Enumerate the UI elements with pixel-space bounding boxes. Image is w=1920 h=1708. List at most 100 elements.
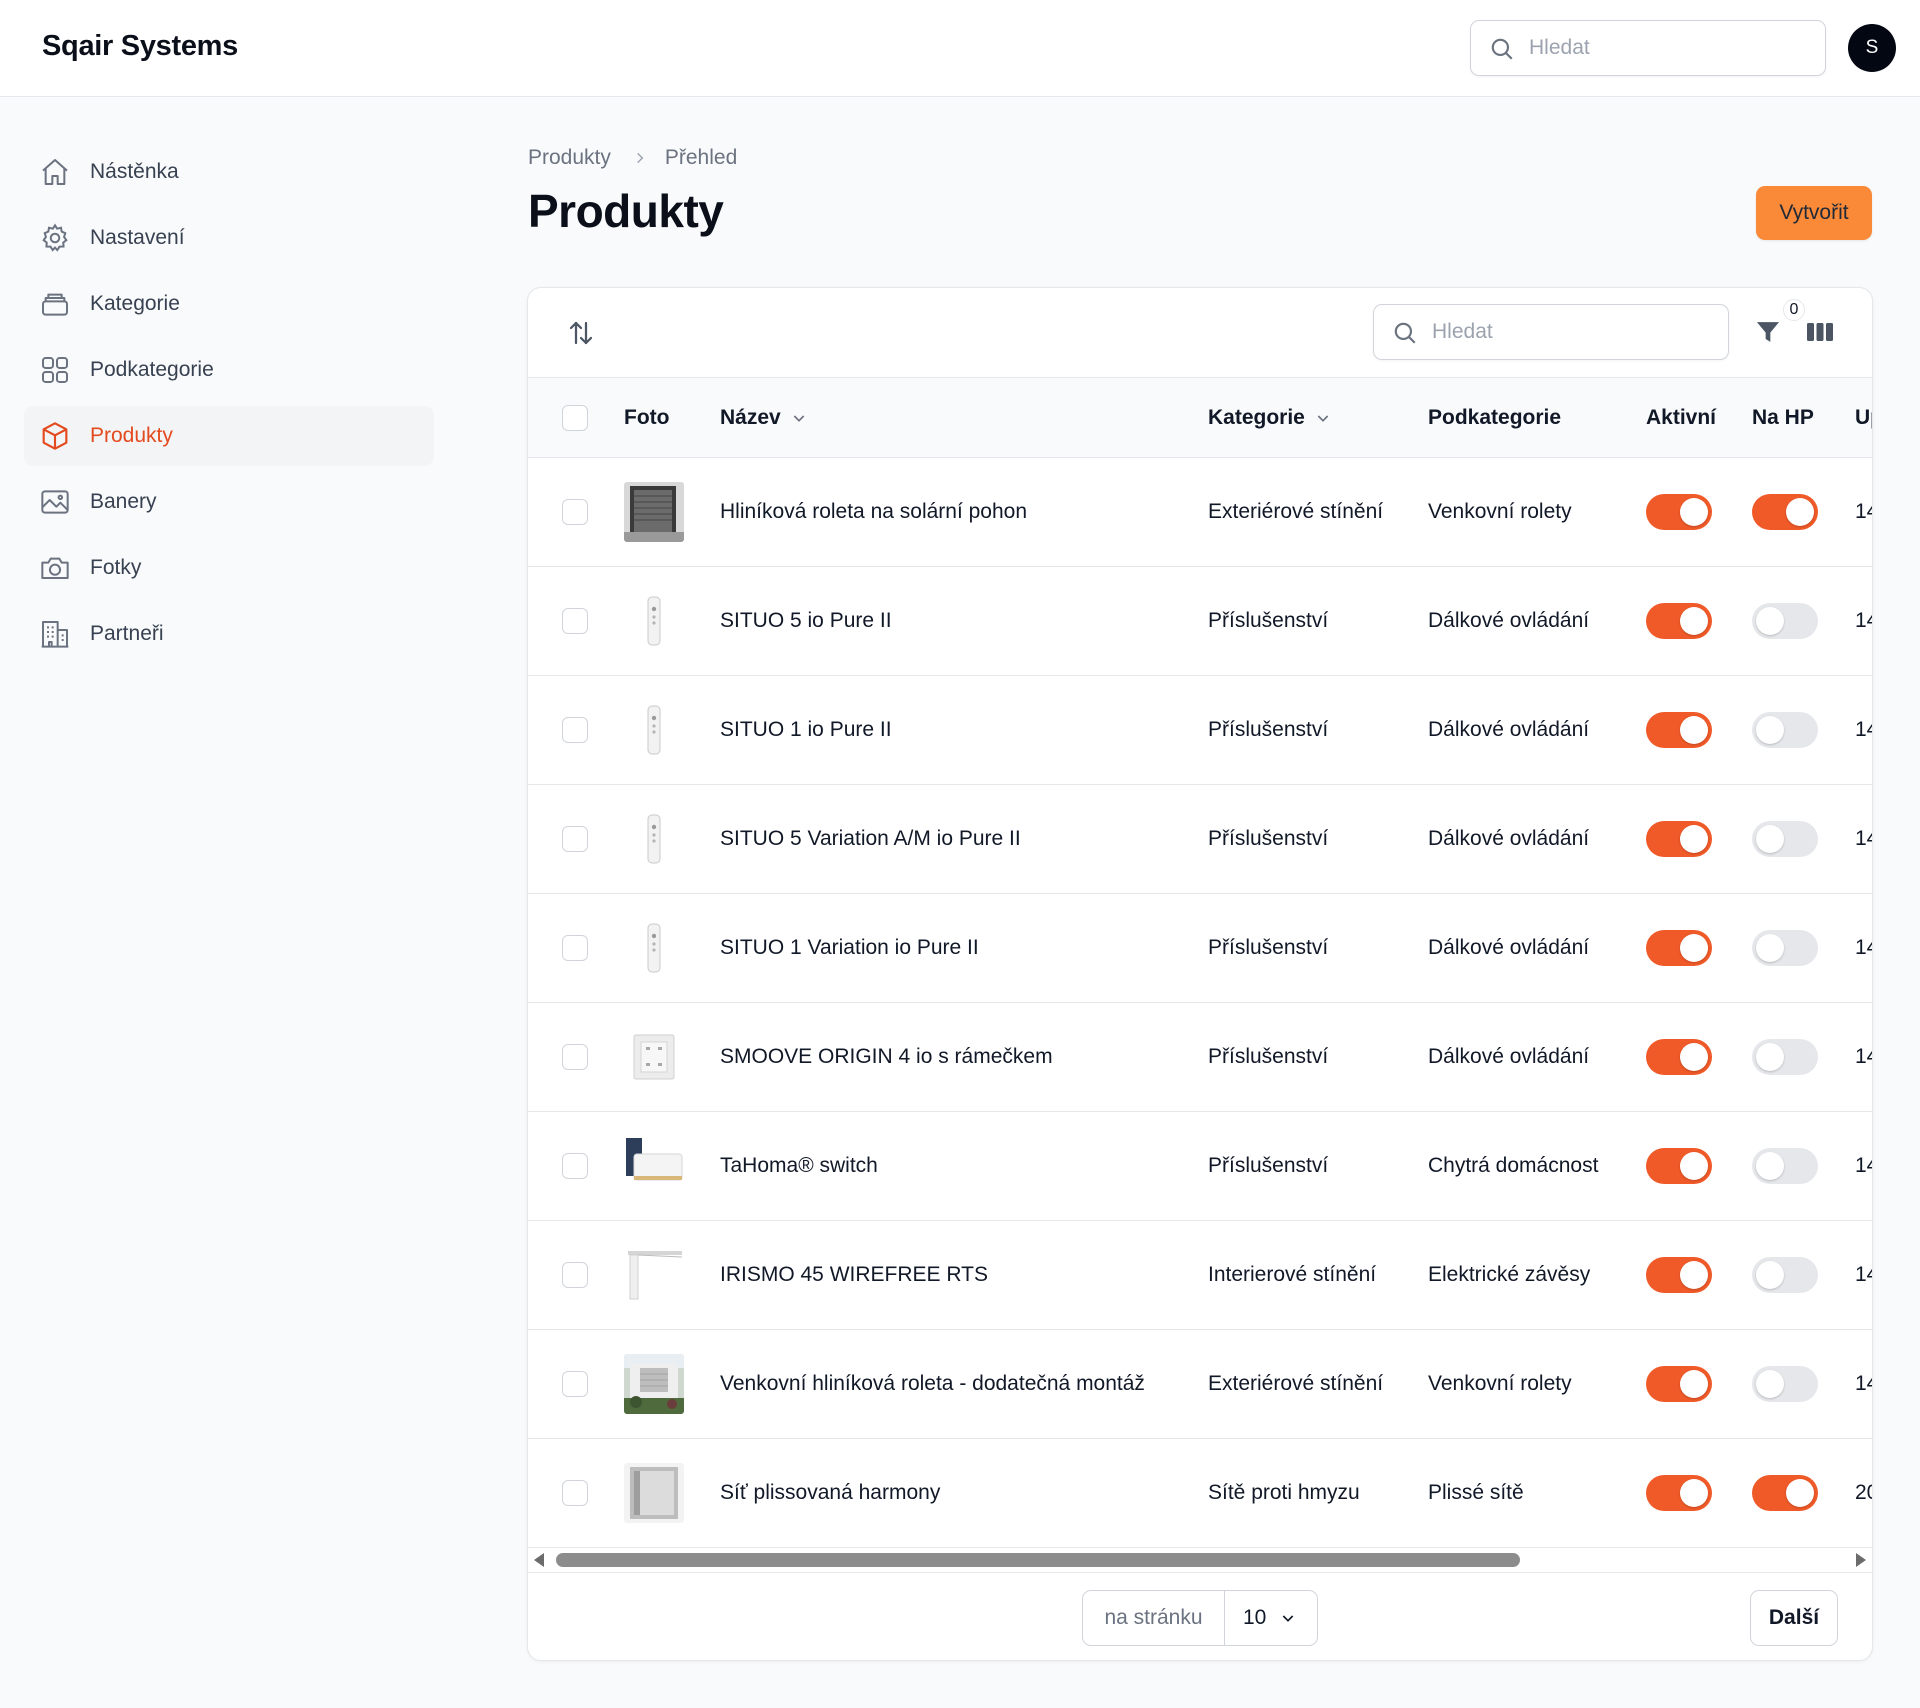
breadcrumb-root[interactable]: Produkty	[528, 146, 611, 170]
table-row[interactable]: SITUO 1 Variation io Pure II Příslušenstv…	[528, 894, 1872, 1003]
scroll-right-arrow-icon[interactable]	[1856, 1553, 1866, 1567]
sort-arrows-icon[interactable]	[566, 318, 596, 353]
active-toggle[interactable]	[1646, 1475, 1712, 1511]
active-toggle[interactable]	[1646, 1366, 1712, 1402]
row-checkbox[interactable]	[562, 826, 588, 852]
brand-logo[interactable]: Sqair Systems	[42, 30, 238, 63]
columns-icon[interactable]	[1806, 320, 1834, 349]
active-toggle[interactable]	[1646, 1148, 1712, 1184]
active-toggle[interactable]	[1646, 1257, 1712, 1293]
name-cell[interactable]: Síť plissovaná harmony	[720, 1439, 940, 1547]
on-hp-toggle[interactable]	[1752, 712, 1818, 748]
product-thumbnail	[624, 700, 684, 760]
updated-cell: 14	[1855, 827, 1872, 850]
sidebar-item-fotky[interactable]: Fotky	[24, 538, 434, 598]
active-cell	[1646, 567, 1712, 675]
table-row[interactable]: SITUO 5 Variation A/M io Pure II Přísluše…	[528, 785, 1872, 894]
updated-cell: 14	[1855, 609, 1872, 632]
on-hp-toggle[interactable]	[1752, 1366, 1818, 1402]
column-header-name[interactable]: Název	[720, 378, 807, 458]
select-all-checkbox[interactable]	[562, 405, 588, 431]
per-page-select[interactable]: 10	[1225, 1606, 1317, 1630]
user-avatar[interactable]: S	[1848, 24, 1896, 72]
active-toggle[interactable]	[1646, 930, 1712, 966]
row-checkbox[interactable]	[562, 717, 588, 743]
on-hp-toggle[interactable]	[1752, 930, 1818, 966]
row-checkbox[interactable]	[562, 935, 588, 961]
name-cell[interactable]: TaHoma® switch	[720, 1112, 878, 1220]
active-cell	[1646, 894, 1712, 1002]
name-cell[interactable]: SITUO 1 Variation io Pure II	[720, 894, 979, 1002]
row-select-cell	[562, 676, 588, 784]
column-label: Kategorie	[1208, 406, 1305, 429]
table-row[interactable]: IRISMO 45 WIREFREE RTS Interierové stíněn…	[528, 1221, 1872, 1330]
horizontal-scrollbar[interactable]	[528, 1548, 1872, 1572]
next-page-button[interactable]: Další	[1750, 1590, 1838, 1646]
sidebar-item-partneri[interactable]: Partneři	[24, 604, 434, 664]
sidebar-item-nastaveni[interactable]: Nastavení	[24, 208, 434, 268]
active-cell	[1646, 1330, 1712, 1438]
row-checkbox[interactable]	[562, 1262, 588, 1288]
table-search[interactable]	[1373, 304, 1729, 360]
category-cell: Exteriérové stínění	[1208, 500, 1384, 523]
toggle-knob	[1786, 1479, 1814, 1507]
row-checkbox[interactable]	[562, 1480, 588, 1506]
name-cell[interactable]: SITUO 5 io Pure II	[720, 567, 892, 675]
toggle-knob	[1756, 1043, 1784, 1071]
active-toggle[interactable]	[1646, 821, 1712, 857]
sidebar-item-nastenka[interactable]: Nástěnka	[24, 142, 434, 202]
table-row[interactable]: SMOOVE ORIGIN 4 io s rámečkem Příslušenst…	[528, 1003, 1872, 1112]
subcategory-cell: Dálkové ovládání	[1428, 936, 1590, 959]
camera-icon	[38, 551, 72, 585]
sidebar-item-podkategorie[interactable]: Podkategorie	[24, 340, 434, 400]
table-search-input[interactable]	[1432, 317, 1712, 347]
active-toggle[interactable]	[1646, 1039, 1712, 1075]
table-row[interactable]: Síť plissovaná harmony Sítě proti hmyzu Pl…	[528, 1439, 1872, 1548]
on-hp-toggle[interactable]	[1752, 1039, 1818, 1075]
scrollbar-thumb[interactable]	[556, 1553, 1520, 1567]
create-button[interactable]: Vytvořit	[1756, 186, 1872, 240]
updated-cell: 14	[1855, 718, 1872, 741]
on-hp-toggle[interactable]	[1752, 494, 1818, 530]
on-hp-toggle[interactable]	[1752, 1148, 1818, 1184]
name-cell[interactable]: Hliníková roleta na solární pohon	[720, 458, 1027, 566]
table-row[interactable]: SITUO 1 io Pure II Příslušenství Dálkové o…	[528, 676, 1872, 785]
toggle-knob	[1756, 934, 1784, 962]
name-cell[interactable]: SITUO 1 io Pure II	[720, 676, 892, 784]
on-hp-toggle[interactable]	[1752, 1475, 1818, 1511]
filter-count-badge: 0	[1783, 299, 1805, 321]
on-hp-toggle[interactable]	[1752, 603, 1818, 639]
name-cell[interactable]: Venkovní hliníková roleta - dodatečná mo…	[720, 1330, 1145, 1438]
global-search[interactable]	[1470, 20, 1826, 76]
row-checkbox[interactable]	[562, 1371, 588, 1397]
name-cell[interactable]: IRISMO 45 WIREFREE RTS	[720, 1221, 988, 1329]
sidebar-item-banery[interactable]: Banery	[24, 472, 434, 532]
name-cell[interactable]: SITUO 5 Variation A/M io Pure II	[720, 785, 1021, 893]
active-toggle[interactable]	[1646, 494, 1712, 530]
table-row[interactable]: SITUO 5 io Pure II Příslušenství Dálkové o…	[528, 567, 1872, 676]
product-thumbnail	[624, 809, 684, 869]
global-search-input[interactable]	[1529, 33, 1809, 63]
product-thumbnail	[624, 1354, 684, 1414]
active-toggle[interactable]	[1646, 603, 1712, 639]
updated-cell: 20	[1855, 1481, 1872, 1504]
row-checkbox[interactable]	[562, 1044, 588, 1070]
table-row[interactable]: Hliníková roleta na solární pohon Exterié…	[528, 458, 1872, 567]
active-toggle[interactable]	[1646, 712, 1712, 748]
row-checkbox[interactable]	[562, 499, 588, 525]
row-checkbox[interactable]	[562, 1153, 588, 1179]
name-cell[interactable]: SMOOVE ORIGIN 4 io s rámečkem	[720, 1003, 1053, 1111]
toggle-knob	[1680, 1370, 1708, 1398]
per-page-selector[interactable]: na stránku 10	[1082, 1590, 1318, 1646]
sidebar-item-kategorie[interactable]: Kategorie	[24, 274, 434, 334]
on-hp-toggle[interactable]	[1752, 1257, 1818, 1293]
table-row[interactable]: Venkovní hliníková roleta - dodatečná mo…	[528, 1330, 1872, 1439]
column-header-category[interactable]: Kategorie	[1208, 378, 1331, 458]
scroll-left-arrow-icon[interactable]	[534, 1553, 544, 1567]
row-checkbox[interactable]	[562, 608, 588, 634]
table-row[interactable]: TaHoma® switch Příslušenství Chytrá domácn…	[528, 1112, 1872, 1221]
on-hp-cell	[1752, 1112, 1818, 1220]
on-hp-toggle[interactable]	[1752, 821, 1818, 857]
filter-icon[interactable]	[1754, 318, 1782, 351]
sidebar-item-produkty[interactable]: Produkty	[24, 406, 434, 466]
